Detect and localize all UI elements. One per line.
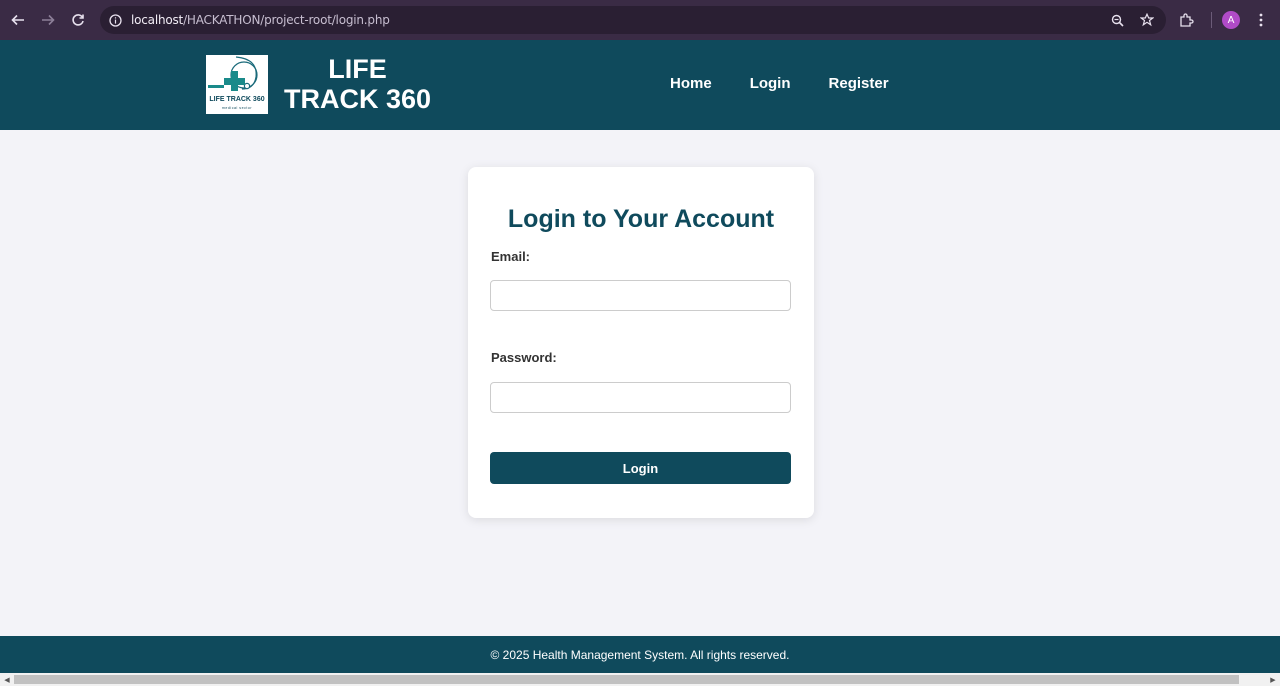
login-card: Login to Your Account Email: Password: L…	[468, 167, 814, 518]
toolbar-separator	[1211, 12, 1212, 28]
logo-text: LIFE TRACK 360	[209, 96, 264, 103]
site-info-icon[interactable]	[107, 12, 123, 28]
logo-medical-cross-icon: LIFE TRACK 360 medical sector	[208, 56, 265, 110]
nav-link-register[interactable]: Register	[829, 75, 889, 92]
brand-line-2: TRACK 360	[283, 84, 432, 114]
password-field[interactable]	[490, 382, 791, 413]
scroll-left-icon[interactable]: ◀	[2, 675, 12, 684]
zoom-icon[interactable]	[1106, 9, 1128, 31]
forward-button[interactable]	[33, 5, 63, 35]
main-nav: Home Login Register	[670, 75, 927, 92]
nav-link-login[interactable]: Login	[750, 75, 791, 92]
site-footer: © 2025 Health Management System. All rig…	[0, 636, 1280, 673]
browser-toolbar: localhost/HACKATHON/project-root/login.p…	[0, 0, 1280, 40]
arrow-left-icon	[11, 14, 24, 26]
scroll-right-icon[interactable]: ▶	[1268, 675, 1278, 684]
reload-icon	[72, 14, 84, 26]
reload-button[interactable]	[63, 5, 93, 35]
address-bar[interactable]: localhost/HACKATHON/project-root/login.p…	[100, 6, 1166, 34]
nav-link-home[interactable]: Home	[670, 75, 712, 92]
url-host: localhost	[131, 13, 184, 27]
arrow-right-icon	[42, 14, 55, 26]
login-title: Login to Your Account	[507, 205, 775, 233]
email-label: Email:	[491, 249, 531, 264]
bookmark-star-icon[interactable]	[1136, 9, 1158, 31]
brand-title: LIFE TRACK 360	[280, 54, 435, 114]
password-label: Password:	[491, 350, 557, 365]
extensions-icon[interactable]	[1171, 5, 1201, 35]
email-field[interactable]	[490, 280, 791, 311]
profile-avatar[interactable]: A	[1222, 11, 1240, 29]
scrollbar-thumb[interactable]	[14, 675, 1239, 684]
login-button[interactable]: Login	[490, 452, 791, 484]
footer-copyright: © 2025 Health Management System. All rig…	[490, 647, 790, 662]
site-logo[interactable]: LIFE TRACK 360 medical sector	[206, 55, 268, 114]
back-button[interactable]	[3, 5, 33, 35]
horizontal-scrollbar[interactable]: ◀ ▶	[0, 673, 1280, 686]
logo-subtext: medical sector	[222, 106, 252, 110]
url-path: /HACKATHON/project-root/login.php	[183, 13, 390, 27]
url-text: localhost/HACKATHON/project-root/login.p…	[131, 13, 390, 27]
menu-kebab-icon[interactable]	[1246, 5, 1276, 35]
site-header: LIFE TRACK 360 medical sector LIFE TRACK…	[0, 40, 1280, 130]
brand-line-1: LIFE	[328, 54, 387, 84]
